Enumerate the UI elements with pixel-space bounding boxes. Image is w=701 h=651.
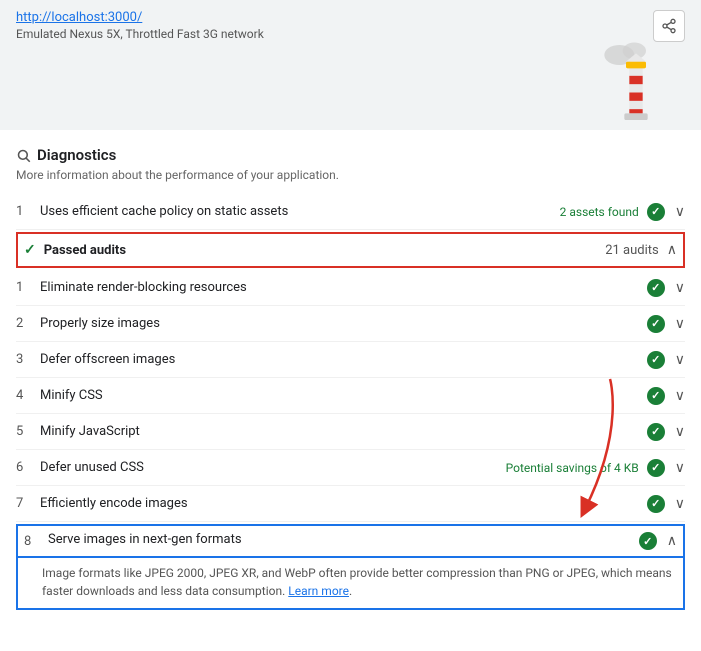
audit-item-chevron[interactable]: ∨ [675, 280, 685, 296]
audit-item-right: ∨ [647, 351, 685, 369]
static-assets-row: 1 Uses efficient cache policy on static … [16, 194, 685, 230]
audit-item-check [647, 495, 665, 513]
audit-item-chevron[interactable]: ∨ [675, 352, 685, 368]
audit-item-chevron[interactable]: ∨ [675, 316, 685, 332]
audit-row: 6Defer unused CSSPotential savings of 4 … [16, 450, 685, 486]
audit-row: 5Minify JavaScript ∨ [16, 414, 685, 450]
audit-item-right: Potential savings of 4 KB ∨ [506, 459, 685, 477]
audit-item-right: ∨ [647, 387, 685, 405]
static-assets-number: 1 [16, 204, 40, 219]
row8-chevron[interactable]: ∧ [667, 533, 677, 549]
audit-item-number: 2 [16, 316, 40, 331]
audit-item-number: 7 [16, 496, 40, 511]
audit-item-label: Eliminate render-blocking resources [40, 280, 647, 295]
audit-item-right: ∨ [647, 423, 685, 441]
diagnostics-description: More information about the performance o… [16, 168, 685, 182]
row8-highlighted[interactable]: 8 Serve images in next-gen formats ∧ [16, 524, 685, 558]
audit-row: 2Properly size images ∨ [16, 306, 685, 342]
main-content: Diagnostics More information about the p… [0, 130, 701, 610]
passed-checkmark: ✓ [24, 242, 36, 258]
audit-row: 4Minify CSS ∨ [16, 378, 685, 414]
audit-list: 1Eliminate render-blocking resources∨2Pr… [16, 270, 685, 522]
row8-right: ∧ [639, 532, 677, 550]
passed-audits-chevron[interactable]: ∧ [667, 242, 677, 258]
audit-item-label: Efficiently encode images [40, 496, 647, 511]
passed-audits-label: Passed audits [44, 243, 605, 258]
header-section: http://localhost:3000/ Emulated Nexus 5X… [0, 0, 701, 130]
row8-expanded-text: Image formats like JPEG 2000, JPEG XR, a… [42, 566, 672, 598]
audit-item-label: Minify CSS [40, 388, 647, 403]
audit-item-check [647, 387, 665, 405]
device-label: Emulated Nexus 5X, Throttled Fast 3G net… [16, 27, 685, 41]
audit-item-label: Defer offscreen images [40, 352, 647, 367]
audit-item-right: ∨ [647, 495, 685, 513]
audit-item-label: Defer unused CSS [40, 460, 506, 475]
audit-item-right: ∨ [647, 315, 685, 333]
audit-item-check [647, 459, 665, 477]
audit-item-label: Minify JavaScript [40, 424, 647, 439]
audit-row: 3Defer offscreen images ∨ [16, 342, 685, 378]
row8-container: 8 Serve images in next-gen formats ∧ [16, 524, 685, 558]
audit-item-check [647, 279, 665, 297]
audit-item-check [647, 423, 665, 441]
audit-item-label: Properly size images [40, 316, 647, 331]
audit-item-check [647, 351, 665, 369]
lighthouse-logo [601, 30, 671, 130]
audit-item-number: 4 [16, 388, 40, 403]
diagnostics-title: Diagnostics [37, 146, 116, 164]
search-icon [16, 148, 31, 163]
audit-item-chevron[interactable]: ∨ [675, 496, 685, 512]
audit-item-check [647, 315, 665, 333]
audit-item-chevron[interactable]: ∨ [675, 424, 685, 440]
url-link[interactable]: http://localhost:3000/ [16, 10, 142, 25]
audit-item-number: 5 [16, 424, 40, 439]
row8-number: 8 [24, 534, 48, 549]
audit-item-chevron[interactable]: ∨ [675, 460, 685, 476]
passed-audits-count: 21 audits [605, 243, 659, 258]
diagnostics-header: Diagnostics [16, 146, 685, 164]
static-assets-chevron[interactable]: ∨ [675, 204, 685, 220]
audit-item-number: 6 [16, 460, 40, 475]
audit-item-right: ∨ [647, 279, 685, 297]
row8-label: Serve images in next-gen formats [48, 532, 639, 547]
static-assets-meta: 2 assets found [560, 205, 639, 219]
passed-audits-row[interactable]: ✓ Passed audits 21 audits ∧ [16, 232, 685, 268]
audit-item-number: 3 [16, 352, 40, 367]
audit-item-chevron[interactable]: ∨ [675, 388, 685, 404]
audit-row: 7Efficiently encode images ∨ [16, 486, 685, 522]
row8-check [639, 532, 657, 550]
static-assets-right: 2 assets found ∨ [560, 203, 685, 221]
audit-item-number: 1 [16, 280, 40, 295]
audit-item-meta: Potential savings of 4 KB [506, 461, 639, 475]
row8-expanded: Image formats like JPEG 2000, JPEG XR, a… [16, 558, 685, 610]
static-assets-check [647, 203, 665, 221]
static-assets-label: Uses efficient cache policy on static as… [40, 204, 560, 219]
learn-more-link[interactable]: Learn more [288, 584, 349, 598]
audit-row: 1Eliminate render-blocking resources ∨ [16, 270, 685, 306]
